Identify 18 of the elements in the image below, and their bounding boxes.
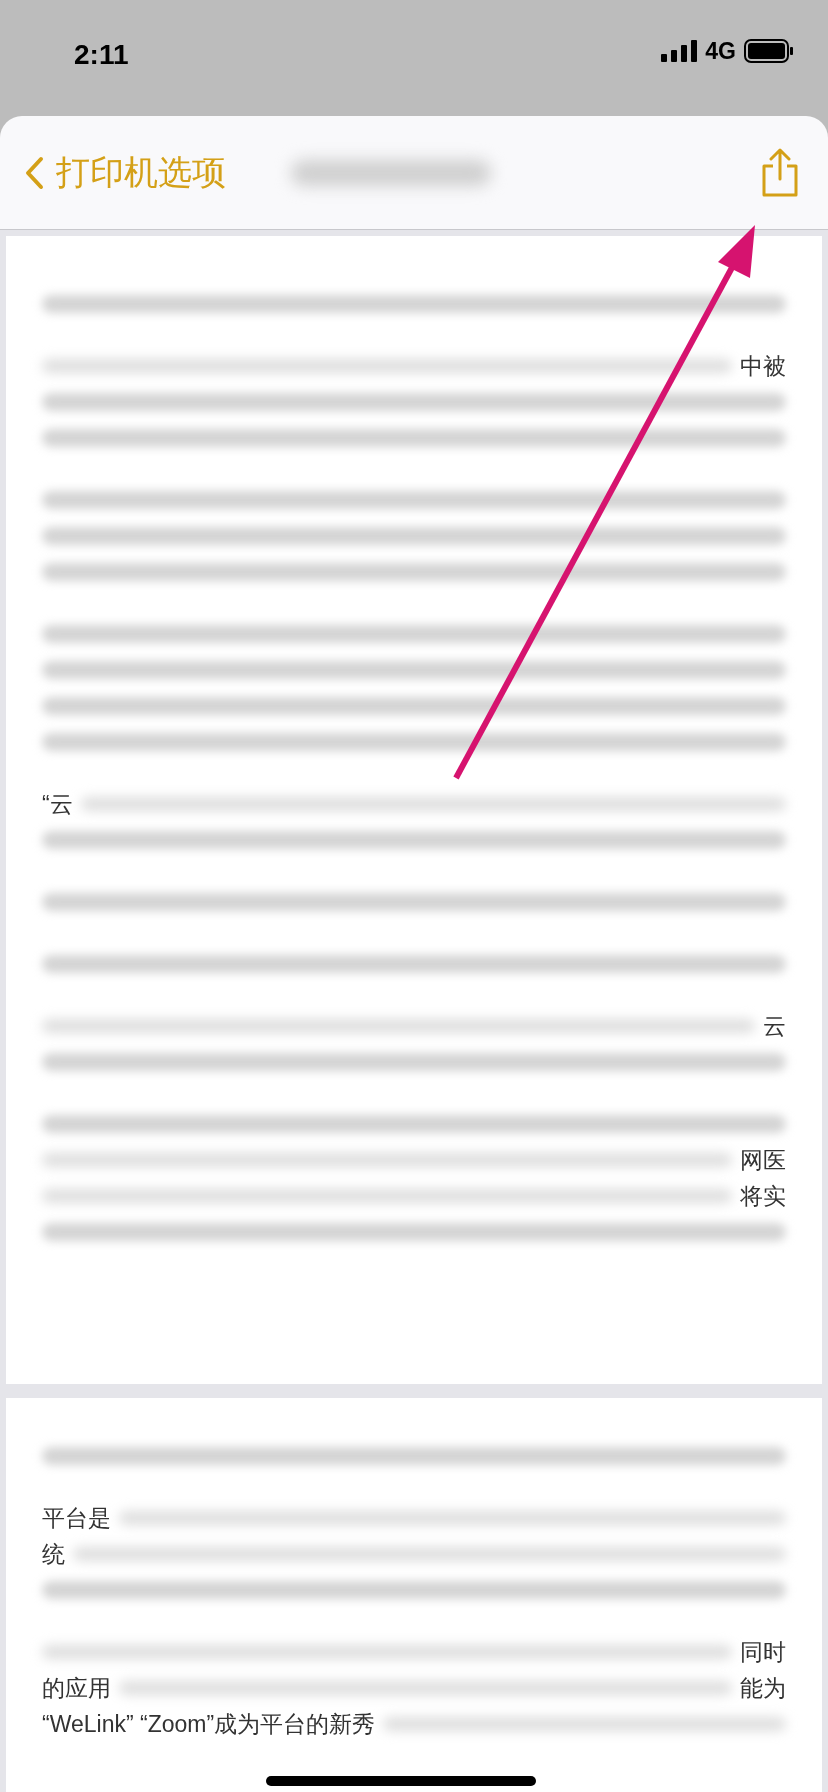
document-text: 能为 <box>740 1673 786 1703</box>
battery-icon <box>744 39 794 64</box>
document-text: 网医 <box>740 1145 786 1175</box>
status-time: 2:11 <box>74 38 129 72</box>
chevron-left-icon <box>24 155 44 190</box>
document-text: 中被 <box>740 351 786 381</box>
back-button[interactable]: 打印机选项 <box>24 147 226 198</box>
share-icon <box>760 147 800 198</box>
document-text: 同时 <box>740 1637 786 1667</box>
document-text: 统 <box>42 1539 65 1569</box>
signal-icon <box>661 40 698 63</box>
document-text: 的应用 <box>42 1673 111 1703</box>
document-text: “云 <box>42 789 73 819</box>
document-text: “WeLink” “Zoom”成为平台的新秀 <box>42 1709 376 1739</box>
document-text: 将实 <box>740 1181 786 1211</box>
document-text: 云 <box>763 1011 786 1041</box>
network-label: 4G <box>705 37 736 66</box>
document-text: 平台是 <box>42 1503 111 1533</box>
